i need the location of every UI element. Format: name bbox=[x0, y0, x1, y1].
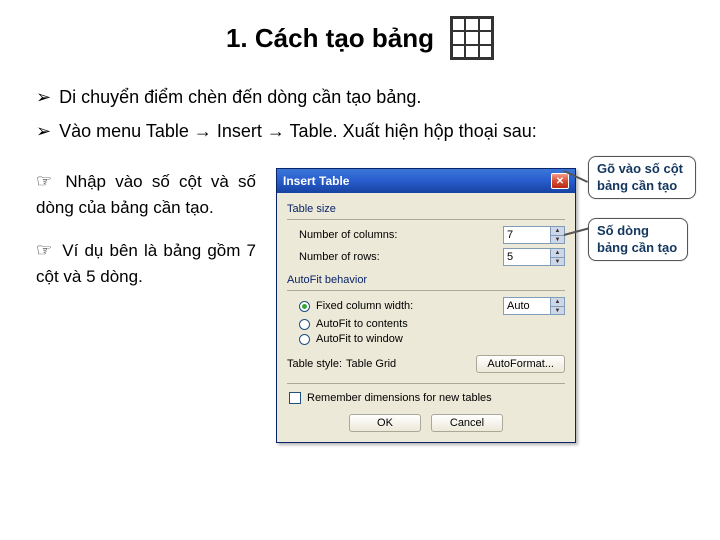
pointer-icon: ☞ bbox=[36, 171, 52, 191]
note-text: Nhập vào số cột và số dòng của bảng cần … bbox=[36, 172, 256, 217]
radio-window-label: AutoFit to window bbox=[316, 333, 403, 345]
radio-contents-label: AutoFit to contents bbox=[316, 318, 408, 330]
close-icon: ✕ bbox=[556, 176, 564, 187]
radio-autofit-contents[interactable] bbox=[299, 319, 310, 330]
radio-fixed-label: Fixed column width: bbox=[316, 300, 413, 312]
autoformat-button[interactable]: AutoFormat... bbox=[476, 355, 565, 373]
bullet-list: ➢ Di chuyển điểm chèn đến dòng cần tạo bả… bbox=[36, 80, 684, 148]
remember-checkbox[interactable] bbox=[289, 392, 301, 404]
rows-label: Number of rows: bbox=[299, 251, 503, 263]
radio-fixed-width[interactable] bbox=[299, 301, 310, 312]
bullet-text: Vào menu Table → Insert → Table. Xuất hi… bbox=[59, 121, 537, 141]
callout-rows: Số dòng bảng cần tạo bbox=[588, 218, 688, 261]
bullet-icon: ➢ bbox=[36, 87, 51, 107]
table-icon bbox=[450, 16, 494, 60]
columns-input[interactable]: 7 ▲▼ bbox=[503, 226, 565, 244]
rows-spinner[interactable]: ▲▼ bbox=[550, 249, 564, 265]
insert-table-dialog: Insert Table ✕ Table size Number of colu… bbox=[276, 168, 576, 443]
columns-label: Number of columns: bbox=[299, 229, 503, 241]
group-autofit: AutoFit behavior bbox=[287, 274, 565, 286]
rows-input[interactable]: 5 ▲▼ bbox=[503, 248, 565, 266]
radio-autofit-window[interactable] bbox=[299, 334, 310, 345]
remember-label: Remember dimensions for new tables bbox=[307, 392, 492, 404]
ok-button[interactable]: OK bbox=[349, 414, 421, 432]
cancel-button[interactable]: Cancel bbox=[431, 414, 503, 432]
columns-spinner[interactable]: ▲▼ bbox=[550, 227, 564, 243]
page-title: 1. Cách tạo bảng bbox=[226, 23, 434, 54]
table-style-label: Table style: bbox=[287, 358, 342, 370]
bullet-icon: ➢ bbox=[36, 121, 51, 141]
group-table-size: Table size bbox=[287, 203, 565, 215]
note-text: Ví dụ bên là bảng gồm 7 cột và 5 dòng. bbox=[36, 241, 256, 286]
pointer-icon: ☞ bbox=[36, 240, 52, 260]
table-style-value: Table Grid bbox=[346, 358, 396, 370]
dialog-titlebar: Insert Table ✕ bbox=[277, 169, 575, 193]
fixed-width-spinner[interactable]: ▲▼ bbox=[550, 298, 564, 314]
bullet-text: Di chuyển điểm chèn đến dòng cần tạo bản… bbox=[59, 87, 421, 107]
fixed-width-input[interactable]: Auto ▲▼ bbox=[503, 297, 565, 315]
callout-columns: Gõ vào số cột bảng cần tạo bbox=[588, 156, 696, 199]
dialog-title: Insert Table bbox=[283, 174, 349, 188]
close-button[interactable]: ✕ bbox=[551, 173, 569, 189]
